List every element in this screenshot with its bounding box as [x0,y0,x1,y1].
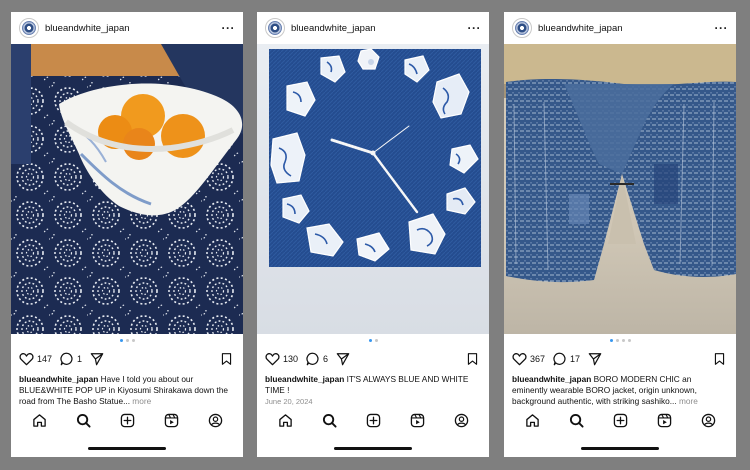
post-caption: blueandwhite_japan IT'S ALWAYS BLUE AND … [265,374,481,396]
share-button[interactable] [588,352,602,366]
home-icon[interactable] [278,413,293,428]
carousel-dot [627,339,631,342]
action-bar: 130 6 [265,351,479,367]
post-caption: blueandwhite_japan BORO MODERN CHIC an e… [512,374,728,407]
save-button[interactable] [220,352,233,366]
profile-icon[interactable] [454,413,469,428]
heart-icon [19,352,34,365]
heart-icon [265,352,280,365]
create-icon[interactable] [613,413,628,428]
like-count: 147 [37,354,53,364]
carousel-dot [131,339,135,342]
carousel-indicator [257,339,489,342]
action-bar: 367 17 [512,351,726,367]
comment-button[interactable]: 17 [553,352,580,366]
post-card: blueandwhite_japan ··· [257,12,489,457]
username[interactable]: blueandwhite_japan [45,23,222,34]
reels-icon[interactable] [164,413,179,428]
avatar[interactable] [512,18,532,38]
bookmark-icon [221,353,232,365]
comment-icon [60,352,73,366]
profile-icon[interactable] [701,413,716,428]
more-icon[interactable]: ··· [715,21,729,35]
comment-count: 1 [77,354,83,364]
comment-icon [306,352,319,366]
more-icon[interactable]: ··· [468,21,482,35]
like-count: 130 [283,354,299,364]
share-icon [336,353,350,366]
carousel-indicator [11,339,243,342]
share-button[interactable] [336,352,350,366]
search-icon[interactable] [76,413,91,428]
bottom-nav [11,410,243,430]
carousel-dot [374,339,378,342]
post-card: blueandwhite_japan ··· [11,12,243,457]
search-icon[interactable] [322,413,337,428]
caption-more-link[interactable]: more [677,396,698,406]
home-indicator [581,447,659,450]
post-header: blueandwhite_japan ··· [504,12,736,44]
post-image-boro-jacket[interactable] [504,44,736,334]
search-icon[interactable] [569,413,584,428]
carousel-dot [368,339,372,342]
home-indicator [334,447,412,450]
caption-username[interactable]: blueandwhite_japan [512,374,591,384]
like-button[interactable]: 367 [512,352,545,367]
comment-icon [553,352,566,366]
create-icon[interactable] [120,413,135,428]
avatar[interactable] [265,18,285,38]
caption-username[interactable]: blueandwhite_japan [265,374,344,384]
username[interactable]: blueandwhite_japan [538,23,715,34]
comment-button[interactable]: 1 [60,352,82,366]
post-header: blueandwhite_japan ··· [257,12,489,44]
post-card: blueandwhite_japan ··· [504,12,736,457]
carousel-dot [621,339,625,342]
comment-button[interactable]: 6 [306,352,328,366]
avatar[interactable] [19,18,39,38]
reels-icon[interactable] [657,413,672,428]
more-icon[interactable]: ··· [222,21,236,35]
heart-icon [512,352,527,365]
create-icon[interactable] [366,413,381,428]
caption-username[interactable]: blueandwhite_japan [19,374,98,384]
reels-icon[interactable] [410,413,425,428]
home-icon[interactable] [32,413,47,428]
like-button[interactable]: 130 [265,352,298,367]
home-icon[interactable] [525,413,540,428]
caption-more-link[interactable]: more [130,396,151,406]
save-button[interactable] [466,352,479,366]
username[interactable]: blueandwhite_japan [291,23,468,34]
post-image-pottery-clock[interactable] [257,44,489,334]
bottom-nav [257,410,489,430]
share-button[interactable] [90,352,104,366]
post-image-bowl-of-oranges[interactable] [11,44,243,334]
carousel-dot [119,339,123,342]
post-caption: blueandwhite_japan Have I told you about… [19,374,235,407]
action-bar: 147 1 [19,351,233,367]
post-date: June 20, 2024 [265,397,313,406]
comment-count: 6 [323,354,329,364]
share-icon [90,353,104,366]
carousel-indicator [504,339,736,342]
profile-icon[interactable] [208,413,223,428]
carousel-dot [609,339,613,342]
like-button[interactable]: 147 [19,352,52,367]
home-indicator [88,447,166,450]
save-button[interactable] [713,352,726,366]
bottom-nav [504,410,736,430]
carousel-dot [125,339,129,342]
post-header: blueandwhite_japan ··· [11,12,243,44]
comment-count: 17 [570,354,581,364]
share-icon [588,353,602,366]
carousel-dot [615,339,619,342]
like-count: 367 [530,354,546,364]
bookmark-icon [714,353,725,365]
bookmark-icon [467,353,478,365]
